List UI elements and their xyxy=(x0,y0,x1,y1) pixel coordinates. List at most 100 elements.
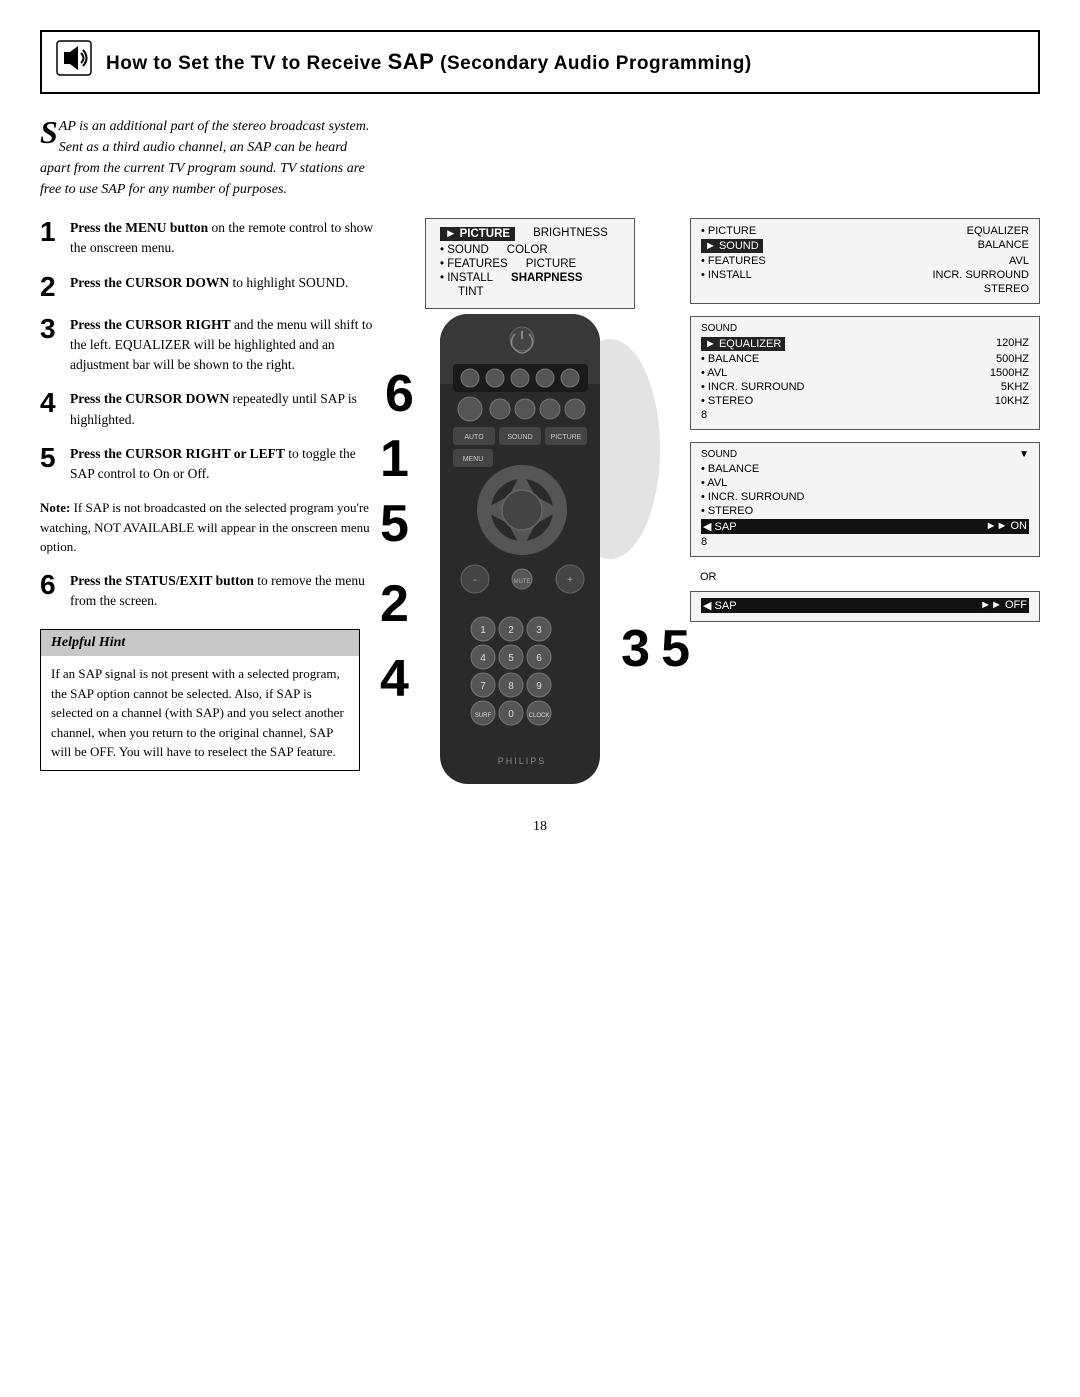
step-1-number: 1 xyxy=(40,218,62,259)
overlay-num-3: 3 xyxy=(621,619,650,679)
menu-screenshot-4: SOUND ▼ • BALANCE • AVL • INCR. SURROUND… xyxy=(690,442,1040,557)
hint-box: Helpful Hint If an SAP signal is not pre… xyxy=(40,629,360,771)
rm2-features: • FEATURES xyxy=(701,255,766,267)
overlay-num-6: 6 xyxy=(385,364,414,424)
left-column: 1 Press the MENU button on the remote co… xyxy=(40,218,380,789)
header-box: How to Set the TV to Receive SAP (Second… xyxy=(40,30,1040,94)
step-5-number: 5 xyxy=(40,444,62,485)
rm2-sound-highlight: ► SOUND xyxy=(701,239,763,253)
rm2-balance: BALANCE xyxy=(978,239,1029,253)
rm4-balance: • BALANCE xyxy=(701,463,759,475)
svg-text:CLOCK: CLOCK xyxy=(529,713,550,719)
rm3-eq-highlight: ► EQUALIZER xyxy=(701,337,785,351)
rm3-stereo: • STEREO xyxy=(701,395,753,407)
hint-body: If an SAP signal is not present with a s… xyxy=(41,656,359,770)
rm4-sap-highlight: ◀ SAP xyxy=(703,520,737,533)
page-title: How to Set the TV to Receive SAP (Second… xyxy=(106,49,752,75)
svg-text:1: 1 xyxy=(480,625,486,636)
step-5: 5 Press the CURSOR RIGHT or LEFT to togg… xyxy=(40,444,380,485)
svg-text:SOUND: SOUND xyxy=(507,434,532,441)
svg-text:9: 9 xyxy=(536,681,542,692)
menu-screenshot-5: ◀ SAP ►► OFF xyxy=(690,591,1040,622)
step-3-number: 3 xyxy=(40,315,62,376)
rm3-5khz: 5KHZ xyxy=(1001,381,1029,393)
rm3-1500hz: 1500HZ xyxy=(990,367,1029,379)
menu-item-brightness: BRIGHTNESS xyxy=(533,227,608,241)
rm5-sap-off: ►► OFF xyxy=(980,599,1027,612)
menu-highlight-picture: ► PICTURE xyxy=(440,227,515,241)
step-6-text: Press the STATUS/EXIT button to remove t… xyxy=(70,571,380,612)
menu-screenshot-1: ► PICTURE BRIGHTNESS • SOUND COLOR • FEA… xyxy=(425,218,635,309)
rm4-sap-on: ►► ON xyxy=(986,520,1027,533)
right-column: • PICTURE EQUALIZER ► SOUND BALANCE • FE… xyxy=(680,218,1040,789)
svg-text:AUTO: AUTO xyxy=(464,434,484,441)
step-4-text: Press the CURSOR DOWN repeatedly until S… xyxy=(70,389,380,430)
menu4-arrow: ▼ xyxy=(1019,449,1029,460)
drop-cap: S xyxy=(40,120,58,146)
overlay-num-2: 2 xyxy=(380,574,409,634)
rm2-avl: AVL xyxy=(1009,255,1029,267)
step-2-number: 2 xyxy=(40,273,62,301)
hint-title: Helpful Hint xyxy=(41,630,359,656)
rm3-incr-surround: • INCR. SURROUND xyxy=(701,381,804,393)
note: Note: If SAP is not broadcasted on the s… xyxy=(40,498,380,557)
overlay-num-5b: 5 xyxy=(661,619,690,679)
rm2-install: • INSTALL xyxy=(701,269,752,281)
step-1: 1 Press the MENU button on the remote co… xyxy=(40,218,380,259)
menu-item-picture: PICTURE xyxy=(526,258,576,270)
menu3-label: SOUND xyxy=(701,323,1029,334)
menu-item-sharpness: SHARPNESS xyxy=(511,272,583,284)
rm3-500hz: 500HZ xyxy=(996,353,1029,365)
rm2-incr-surround: INCR. SURROUND xyxy=(932,269,1029,281)
overlay-num-1: 1 xyxy=(380,429,409,489)
svg-text:2: 2 xyxy=(508,625,514,636)
remote-svg: AUTO SOUND PICTURE MENU xyxy=(415,309,630,799)
rm2-stereo: STEREO xyxy=(984,283,1029,295)
menu-screenshot-3: SOUND ► EQUALIZER 120HZ • BALANCE 500HZ … xyxy=(690,316,1040,430)
rm4-avl: • AVL xyxy=(701,477,727,489)
rm3-120hz: 120HZ xyxy=(996,337,1029,351)
rm3-10khz: 10KHZ xyxy=(995,395,1029,407)
step-3: 3 Press the CURSOR RIGHT and the menu wi… xyxy=(40,315,380,376)
menu-item-color: COLOR xyxy=(507,244,548,256)
rm4-stereo: • STEREO xyxy=(701,505,753,517)
menu4-sound: SOUND xyxy=(701,449,737,460)
step-6-number: 6 xyxy=(40,571,62,612)
step-4-number: 4 xyxy=(40,389,62,430)
remote-control: AUTO SOUND PICTURE MENU xyxy=(415,309,635,789)
svg-text:PHILIPS: PHILIPS xyxy=(498,756,547,766)
menu-dot-install: • INSTALL xyxy=(440,272,493,284)
intro-text: SAP is an additional part of the stereo … xyxy=(40,116,380,200)
rm4-incr: • INCR. SURROUND xyxy=(701,491,804,503)
svg-text:PICTURE: PICTURE xyxy=(551,434,582,441)
svg-text:SURF: SURF xyxy=(475,713,492,719)
svg-text:+: + xyxy=(567,575,573,586)
rm4-eight: 8 xyxy=(701,536,707,548)
svg-text:-: - xyxy=(473,575,476,586)
step-6: 6 Press the STATUS/EXIT button to remove… xyxy=(40,571,380,612)
svg-text:3: 3 xyxy=(536,625,542,636)
rm5-sap-highlight: ◀ SAP xyxy=(703,599,737,612)
svg-text:0: 0 xyxy=(508,709,514,720)
svg-text:6: 6 xyxy=(536,653,542,664)
svg-text:8: 8 xyxy=(508,681,514,692)
step-3-text: Press the CURSOR RIGHT and the menu will… xyxy=(70,315,380,376)
svg-text:MUTE: MUTE xyxy=(514,579,531,585)
step-1-text: Press the MENU button on the remote cont… xyxy=(70,218,380,259)
rm3-eight: 8 xyxy=(701,409,707,421)
step-4: 4 Press the CURSOR DOWN repeatedly until… xyxy=(40,389,380,430)
overlay-num-4: 4 xyxy=(380,649,409,709)
svg-text:MENU: MENU xyxy=(463,456,484,463)
page-number: 18 xyxy=(40,819,1040,835)
center-column: ► PICTURE BRIGHTNESS • SOUND COLOR • FEA… xyxy=(380,218,680,789)
menu-screenshot-2: • PICTURE EQUALIZER ► SOUND BALANCE • FE… xyxy=(690,218,1040,304)
rm3-avl: • AVL xyxy=(701,367,727,379)
rm3-balance: • BALANCE xyxy=(701,353,759,365)
svg-text:4: 4 xyxy=(480,653,486,664)
or-divider: OR xyxy=(700,571,1040,583)
svg-text:7: 7 xyxy=(480,681,486,692)
rm2-picture: • PICTURE xyxy=(701,225,756,237)
menu-dot-sound: • SOUND xyxy=(440,244,489,256)
menu-item-tint: TINT xyxy=(458,286,484,298)
menu-dot-features: • FEATURES xyxy=(440,258,508,270)
